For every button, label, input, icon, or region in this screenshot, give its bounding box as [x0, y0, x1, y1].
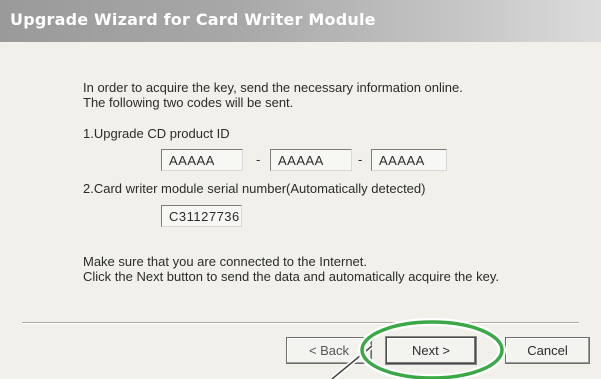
- intro-line-2: The following two codes will be sent.: [83, 95, 294, 110]
- window-title: Upgrade Wizard for Card Writer Module: [10, 10, 376, 29]
- serial-number-field: C31127736: [161, 205, 242, 227]
- product-id-separator-2: -: [358, 152, 363, 167]
- next-button[interactable]: Next >: [386, 337, 476, 364]
- product-id-field-2[interactable]: AAAAA: [270, 149, 352, 171]
- product-id-field-3[interactable]: AAAAA: [371, 149, 447, 171]
- cancel-button[interactable]: Cancel: [505, 337, 590, 364]
- back-button[interactable]: < Back: [286, 337, 372, 364]
- product-id-separator-1: -: [256, 152, 261, 167]
- upgrade-wizard-window: Upgrade Wizard for Card Writer Module In…: [0, 0, 601, 379]
- intro-line-1: In order to acquire the key, send the ne…: [83, 80, 463, 95]
- product-id-label: 1.Upgrade CD product ID: [83, 126, 230, 141]
- product-id-field-1[interactable]: AAAAA: [161, 149, 243, 171]
- notice-line-1: Make sure that you are connected to the …: [83, 254, 368, 269]
- notice-line-2: Click the Next button to send the data a…: [83, 269, 499, 284]
- serial-number-label: 2.Card writer module serial number(Autom…: [83, 181, 426, 196]
- footer-divider: [22, 322, 579, 324]
- title-bar: Upgrade Wizard for Card Writer Module: [0, 0, 601, 42]
